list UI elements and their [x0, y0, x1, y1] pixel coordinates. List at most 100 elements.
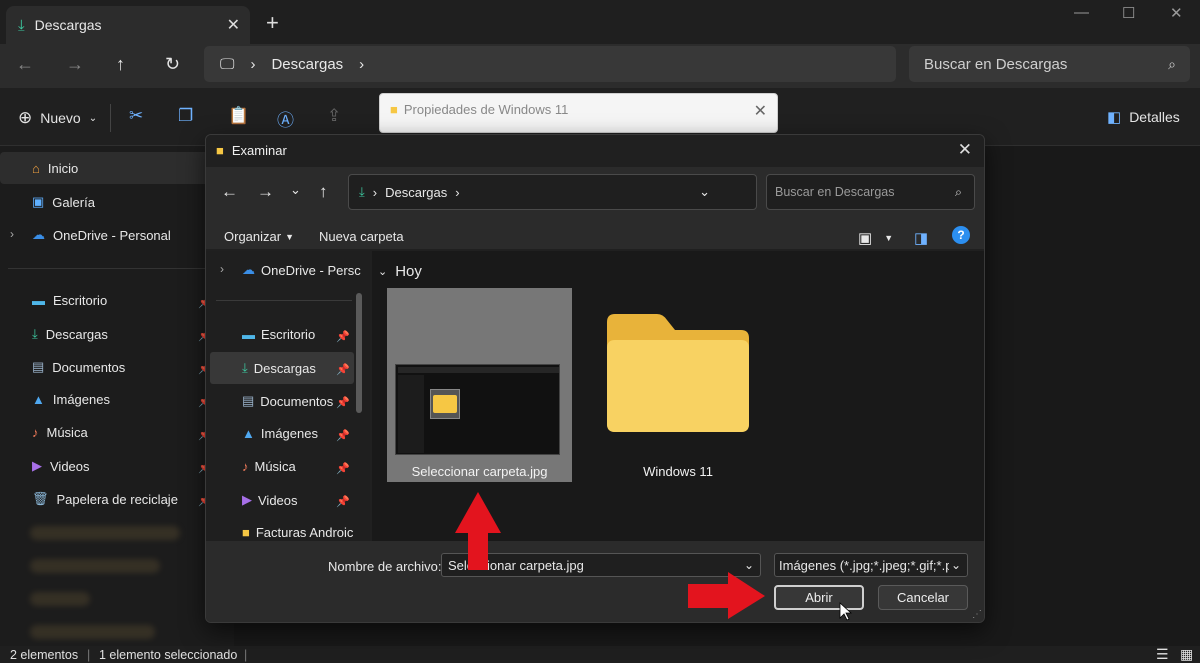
view-options-icon[interactable]: ▣ ▼ [858, 229, 893, 247]
close-icon[interactable]: ✕ [958, 140, 972, 160]
close-icon[interactable]: ✕ [754, 101, 767, 121]
new-tab-button[interactable]: + [266, 10, 279, 36]
details-button[interactable]: ◧ Detalles [1107, 108, 1180, 126]
divider [110, 104, 111, 132]
back-button[interactable]: ← [16, 54, 34, 75]
close-window-button[interactable]: ✕ [1170, 4, 1183, 22]
image-thumbnail [395, 364, 560, 455]
expand-chevron-icon[interactable]: › [10, 227, 14, 241]
dialog-search-input[interactable]: Buscar en Descargas ⌕ [766, 174, 975, 210]
rename-icon[interactable]: Ⓐ [277, 106, 294, 131]
chevron-right-icon: › [372, 184, 378, 200]
pin-icon[interactable]: 📌 [336, 429, 350, 442]
search-placeholder: Buscar en Descargas [924, 55, 1068, 73]
filename-input[interactable]: Seleccionar carpeta.jpg ⌄ [441, 553, 761, 577]
forward-button[interactable]: → [66, 54, 84, 75]
dialog-sidebar-item-invoices[interactable]: ■ Facturas Androic [242, 525, 353, 540]
download-icon: ⤓ [18, 16, 25, 34]
help-icon[interactable]: ? [952, 226, 970, 244]
group-header-today[interactable]: ⌄ Hoy [378, 263, 422, 280]
maximize-button[interactable]: ☐ [1122, 4, 1135, 22]
pin-icon[interactable]: 📌 [336, 495, 350, 508]
address-crumb[interactable]: Descargas [271, 56, 343, 73]
cancel-button[interactable]: Cancelar [878, 585, 968, 610]
address-bar[interactable]: 🖵 › Descargas › [204, 46, 896, 82]
sidebar-item-gallery[interactable]: ▣ Galería [32, 194, 95, 210]
properties-title: Propiedades de Windows 11 [403, 102, 569, 117]
chevron-down-icon[interactable]: ⌄ [948, 558, 961, 572]
title-bar: ⤓ Descargas ✕ + — ☐ ✕ [0, 0, 1200, 44]
sidebar-item-videos[interactable]: ▶ Videos [32, 458, 90, 474]
blurred-folder-item [30, 526, 180, 540]
expand-chevron-icon[interactable]: › [220, 262, 224, 276]
chevron-right-icon: › [455, 184, 460, 200]
organize-button[interactable]: Organizar ▼ [224, 229, 294, 244]
pin-icon[interactable]: 📌 [336, 396, 350, 409]
chevron-down-icon[interactable]: ⌄ [744, 558, 754, 572]
filetype-select[interactable]: Imágenes (*.jpg;*.jpeg;*.gif;*.pn ⌄ [774, 553, 968, 577]
cut-icon[interactable]: ✂ [129, 106, 143, 126]
tiles-view-icon[interactable]: ▦ [1180, 646, 1193, 663]
paste-icon[interactable]: 📋 [228, 106, 249, 126]
address-crumb[interactable]: Descargas [385, 185, 447, 200]
cloud-icon: ☁ [242, 262, 255, 277]
dialog-address-bar[interactable]: ⤓ › Descargas › ⌄ ↻ [348, 174, 800, 210]
dialog-sidebar-item-downloads[interactable]: ⤓ Descargas [242, 360, 316, 376]
dialog-sidebar-item-onedrive[interactable]: ☁ OneDrive - Persc [242, 262, 361, 278]
sidebar-item-downloads[interactable]: ⤓ Descargas [32, 326, 108, 342]
sidebar-item-home[interactable]: ⌂ Inicio [32, 161, 78, 176]
sidebar-item-documents[interactable]: ▤ Documentos [32, 359, 125, 375]
dialog-sidebar-item-documents[interactable]: ▤ Documentos [242, 393, 333, 409]
dialog-sidebar-item-music[interactable]: ♪ Música [242, 459, 296, 474]
preview-pane-icon[interactable]: ◨ [914, 229, 928, 247]
up-button[interactable]: ↑ [116, 54, 125, 75]
chevron-down-icon: ⌄ [378, 266, 388, 278]
refresh-button[interactable]: ↻ [165, 54, 180, 75]
copy-icon[interactable]: ❐ [178, 106, 193, 126]
dialog-sidebar-item-desktop[interactable]: ▬ Escritorio [242, 327, 315, 342]
sidebar-item-onedrive[interactable]: ☁ OneDrive - Personal [32, 227, 171, 243]
new-button[interactable]: ⊕ Nuevo ⌄ [18, 108, 97, 128]
organize-label: Organizar [224, 229, 282, 244]
sidebar-item-music[interactable]: ♪ Música [32, 425, 88, 440]
new-folder-label: Nueva carpeta [319, 229, 404, 244]
up-button[interactable]: ↑ [319, 182, 328, 202]
details-label: Detalles [1129, 109, 1180, 125]
details-view-icon[interactable]: ☰ [1156, 646, 1169, 663]
folder-icon[interactable] [601, 310, 755, 435]
share-icon[interactable]: ⇪ [327, 106, 341, 126]
sidebar-item-label: Videos [50, 458, 90, 474]
browse-dialog: ■ Examinar ✕ ← → ⌄ ↑ ⤓ › Descargas › ⌄ ↻… [205, 134, 985, 623]
minimize-button[interactable]: — [1074, 4, 1089, 21]
back-button[interactable]: ← [221, 182, 238, 202]
sidebar-item-pictures[interactable]: ▲ Imágenes [32, 392, 110, 407]
item-count: 2 elementos [10, 648, 79, 662]
pin-icon[interactable]: 📌 [336, 462, 350, 475]
forward-button[interactable]: → [257, 182, 274, 202]
dialog-title-bar: ■ Examinar ✕ [206, 135, 984, 167]
tab-descargas[interactable]: ⤓ Descargas ✕ [6, 6, 250, 44]
sidebar-item-label: Imágenes [52, 392, 110, 407]
pictures-icon: ▲ [242, 426, 255, 441]
resize-grip-icon[interactable]: ⋰ [972, 609, 982, 620]
sidebar-item-recycle-bin[interactable]: 🗑 Papelera de reciclaje [32, 491, 178, 507]
folder-icon: ■ [390, 102, 398, 117]
music-icon: ♪ [32, 425, 39, 440]
sidebar-item-desktop[interactable]: ▬ Escritorio [32, 293, 107, 308]
pin-icon[interactable]: 📌 [336, 330, 350, 343]
search-input[interactable]: Buscar en Descargas ⌕ [909, 46, 1190, 82]
recent-locations-button[interactable]: ⌄ [290, 182, 301, 198]
monitor-icon: 🖵 [220, 55, 235, 73]
search-icon: ⌕ [954, 184, 962, 199]
new-folder-button[interactable]: Nueva carpeta [319, 229, 404, 244]
close-tab-icon[interactable]: ✕ [227, 15, 240, 35]
open-button[interactable]: Abrir [774, 585, 864, 610]
sidebar-item-label: Documentos [52, 359, 126, 375]
divider [216, 300, 352, 301]
dialog-sidebar-item-pictures[interactable]: ▲ Imágenes [242, 426, 318, 441]
chevron-down-icon[interactable]: ⌄ [699, 184, 710, 200]
chevron-right-icon: › [250, 55, 256, 73]
scrollbar-thumb[interactable] [356, 293, 362, 413]
pin-icon[interactable]: 📌 [336, 363, 350, 376]
dialog-sidebar-item-videos[interactable]: ▶ Videos [242, 492, 298, 508]
